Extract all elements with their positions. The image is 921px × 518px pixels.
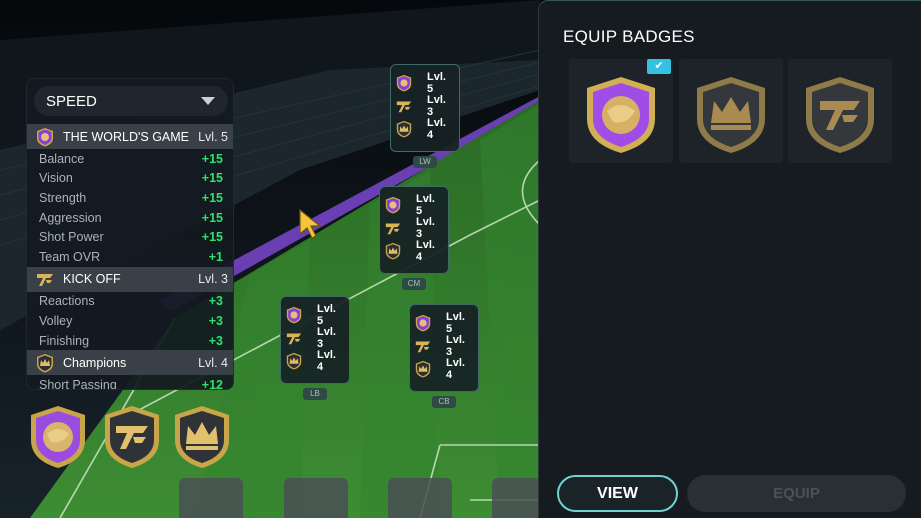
badge-tile-kick-off[interactable] [788,59,892,163]
selected-check: ✔ [647,59,671,74]
player-card-cm[interactable]: Lvl. 5 Lvl. 3 Lvl. 4 [379,186,449,274]
stat-value: +1 [208,249,223,264]
badge-level: Lvl. 3 [446,334,465,358]
player-slot[interactable] [492,478,540,518]
badge-group-name: KICK OFF [63,272,121,287]
badge-tile-world-game[interactable] [569,59,673,163]
world-game-badge-icon [385,196,401,214]
badge-level: Lvl. 4 [427,117,446,141]
badge-group-header: THE WORLD'S GAME Lvl. 5 [27,124,233,149]
stat-row: Strength +15 [27,188,233,208]
stat-row: Reactions +3 [27,292,233,312]
stat-name: Aggression [39,210,102,225]
kick-off-badge-icon [396,101,412,113]
champions-badge-icon [385,242,401,260]
badge-level: Lvl. 5 [427,71,446,95]
badge-group-name: THE WORLD'S GAME [63,129,190,144]
stat-name: Vision [39,171,73,186]
stat-value: +3 [208,313,223,328]
stat-row: Shot Power +15 [27,227,233,247]
kick-off-badge-icon[interactable] [101,404,163,470]
badge-level: Lvl. 4 [416,239,435,263]
badge-tile-champions[interactable] [679,59,783,163]
badge-group-header: Champions Lvl. 4 [27,350,233,376]
stat-value: +3 [208,333,223,348]
stat-name: Reactions [39,294,95,309]
chevron-down-icon [201,97,215,105]
stat-row: Finishing +3 [27,331,233,351]
champions-badge-icon [396,120,412,138]
player-slot[interactable] [179,478,243,518]
kick-off-badge-icon [415,341,431,353]
badge-level: Lvl. 5 [446,311,465,335]
badge-stats-panel: SPEED THE WORLD'S GAME Lvl. 5 Balance +15… [26,78,234,390]
champions-badge-icon [697,77,765,153]
stat-row: Balance +15 [27,149,233,169]
badge-group-name: Champions [63,355,127,370]
world-game-badge-icon[interactable] [27,404,89,470]
world-game-badge-icon [415,314,431,332]
stat-filter-dropdown[interactable]: SPEED [34,86,228,116]
badge-level: Lvl. 3 [317,326,336,350]
badge-level: Lvl. 4 [446,357,465,381]
stat-row: Team OVR +1 [27,247,233,267]
world-game-badge-icon [37,127,53,146]
world-game-badge-icon [286,306,302,324]
badge-level: Lvl. 4 [317,349,336,373]
player-slot[interactable] [388,478,452,518]
kick-off-badge-icon [385,223,401,235]
position-label: CM [402,278,426,290]
stat-name: Volley [39,313,73,328]
position-label: LW [413,156,437,168]
champions-badge-icon [37,353,53,373]
badge-level: Lvl. 5 [317,303,336,327]
stat-row: Aggression +15 [27,208,233,228]
kick-off-badge-icon [37,274,53,287]
stat-value: +12 [201,378,223,390]
kick-off-badge-icon [286,333,302,345]
stat-name: Short Passing [39,378,117,390]
badge-group-header: KICK OFF Lvl. 3 [27,266,233,292]
cursor-icon [299,208,322,239]
player-slot[interactable] [284,478,348,518]
player-card-cb[interactable]: Lvl. 5 Lvl. 3 Lvl. 4 [409,304,479,392]
stat-value: +15 [201,151,223,166]
stat-row: Volley +3 [27,311,233,331]
stat-list[interactable]: THE WORLD'S GAME Lvl. 5 Balance +15 Visio… [27,124,233,390]
stat-value: +15 [201,210,223,225]
badge-group-level: Lvl. 3 [198,272,228,287]
panel-title: EQUIP BADGES [563,27,695,46]
badge-level: Lvl. 5 [416,193,435,217]
champions-badge-icon [415,360,431,378]
stat-name: Shot Power [39,230,104,245]
stat-name: Strength [39,190,87,205]
view-button[interactable]: VIEW [557,475,678,512]
badge-level: Lvl. 3 [416,216,435,240]
player-card-lb[interactable]: Lvl. 5 Lvl. 3 Lvl. 4 [280,296,350,384]
champions-badge-icon [286,352,302,370]
stat-row: Vision +15 [27,169,233,189]
stat-value: +15 [201,190,223,205]
stat-name: Finishing [39,333,90,348]
kick-off-badge-icon [806,77,874,153]
stat-value: +15 [201,230,223,245]
stat-name: Team OVR [39,249,101,264]
world-game-badge-icon [396,74,412,92]
badge-group-level: Lvl. 5 [198,129,228,144]
stat-row: Short Passing +12 [27,375,233,390]
stat-value: +3 [208,294,223,309]
stat-value: +15 [201,171,223,186]
badge-group-level: Lvl. 4 [198,355,228,370]
position-label: LB [303,388,327,400]
equip-button[interactable]: EQUIP [687,475,906,512]
checkmark-icon: ✔ [654,60,664,72]
badge-level: Lvl. 3 [427,94,446,118]
champions-badge-icon[interactable] [171,404,233,470]
position-label: CB [432,396,456,408]
stat-name: Balance [39,151,85,166]
world-game-badge-icon [587,77,655,153]
equip-badges-panel: EQUIP BADGES ✔ VIEW EQUIP [538,0,921,518]
dropdown-label: SPEED [46,92,97,110]
player-card-lw[interactable]: Lvl. 5 Lvl. 3 Lvl. 4 [390,64,460,152]
